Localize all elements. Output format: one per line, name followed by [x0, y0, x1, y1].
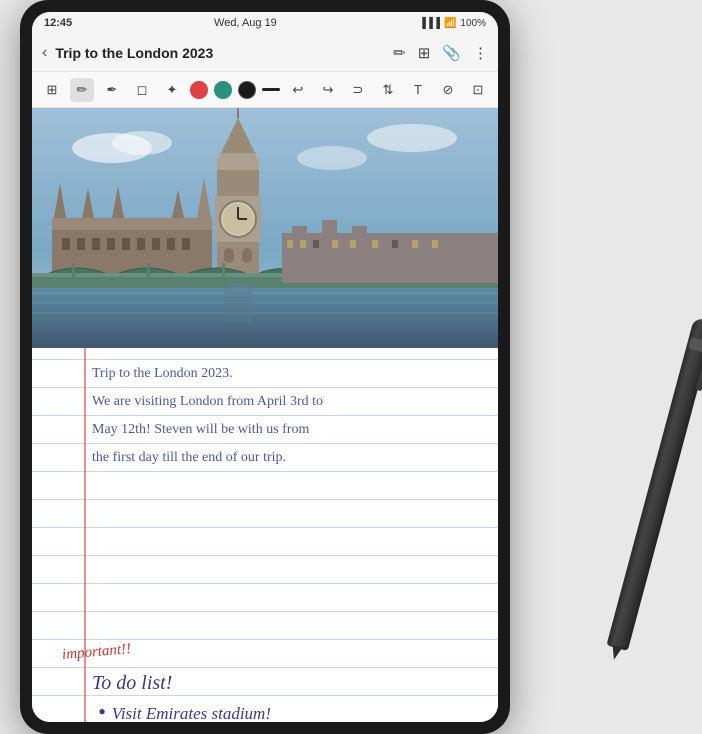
nav-bar: ‹ Trip to the London 2023 ✏ ⊞ 📎 ⋮ [32, 34, 498, 72]
note-line-3: May 12th! Steven will be with us from [92, 416, 486, 444]
scene: 12:45 Wed, Aug 19 ▐▐▐ 📶 100% ‹ Trip to t… [0, 0, 702, 734]
note-line-1: Trip to the London 2023. [92, 360, 486, 388]
important-label: important!! [61, 641, 131, 664]
wifi-icon: 📶 [444, 18, 456, 29]
toolbar: ⊞ ✏ ✒ ◻ ✦ ↩ ↪ ⊃ ⇅ T ⊘ ⊡ [32, 72, 498, 108]
nav-icons: ✏ ⊞ 📎 ⋮ [393, 44, 488, 62]
status-day: Wed, Aug 19 [214, 17, 277, 29]
color-teal[interactable] [214, 81, 232, 99]
status-time: 12:45 [44, 17, 72, 29]
stylus-button [688, 337, 702, 353]
edit-icon[interactable]: ✏ [393, 44, 406, 62]
note-line-4: the first day till the end of our trip. [92, 444, 486, 472]
eraser-tool-button[interactable]: ◻ [130, 78, 154, 102]
tablet-screen: 12:45 Wed, Aug 19 ▐▐▐ 📶 100% ‹ Trip to t… [32, 12, 498, 722]
lasso-tool-button[interactable]: ⊃ [346, 78, 370, 102]
attachment-icon[interactable]: 📎 [442, 44, 461, 62]
photo-area [32, 108, 498, 348]
bullet-1: • [98, 701, 106, 722]
stylus-tip [609, 645, 622, 661]
battery-level: 100% [460, 18, 486, 29]
redo-button[interactable]: ↪ [316, 78, 340, 102]
todo-title: To do list! [92, 672, 486, 695]
status-right: ▐▐▐ 📶 100% [419, 18, 486, 29]
lined-paper: Trip to the London 2023. We are visiting… [32, 108, 498, 722]
note-line-2: We are visiting London from April 3rd to [92, 388, 486, 416]
brush-tool-button[interactable]: ✒ [100, 78, 124, 102]
tablet-device: 12:45 Wed, Aug 19 ▐▐▐ 📶 100% ‹ Trip to t… [20, 0, 510, 734]
transform-tool-button[interactable]: ⇅ [376, 78, 400, 102]
color-dark[interactable] [238, 81, 256, 99]
signal-icon: ▐▐▐ [419, 18, 440, 29]
shape-tool-button[interactable]: ✦ [160, 78, 184, 102]
layout-icon[interactable]: ⊞ [418, 44, 431, 62]
crop-button[interactable]: ⊡ [466, 78, 490, 102]
stroke-selector[interactable] [262, 88, 280, 91]
view-tool-button[interactable]: ⊞ [40, 78, 64, 102]
note-content: Trip to the London 2023. We are visiting… [32, 108, 498, 722]
color-red[interactable] [190, 81, 208, 99]
todo-item-1: • Visit Emirates stadium! [98, 699, 486, 722]
handwritten-area: important!! To do list! • Visit Emirates… [32, 644, 498, 722]
stylus-body [606, 317, 702, 651]
text-tool-button[interactable]: T [406, 78, 430, 102]
typed-text-area: Trip to the London 2023. We are visiting… [32, 356, 498, 476]
pen-tool-button[interactable]: ✏ [70, 78, 94, 102]
status-bar: 12:45 Wed, Aug 19 ▐▐▐ 📶 100% [32, 12, 498, 34]
note-typed-text: Trip to the London 2023. We are visiting… [92, 360, 486, 472]
undo-button[interactable]: ↩ [286, 78, 310, 102]
page-title: Trip to the London 2023 [55, 45, 393, 61]
eraser2-button[interactable]: ⊘ [436, 78, 460, 102]
more-icon[interactable]: ⋮ [473, 44, 488, 62]
back-button[interactable]: ‹ [42, 44, 47, 62]
stylus [606, 317, 702, 651]
